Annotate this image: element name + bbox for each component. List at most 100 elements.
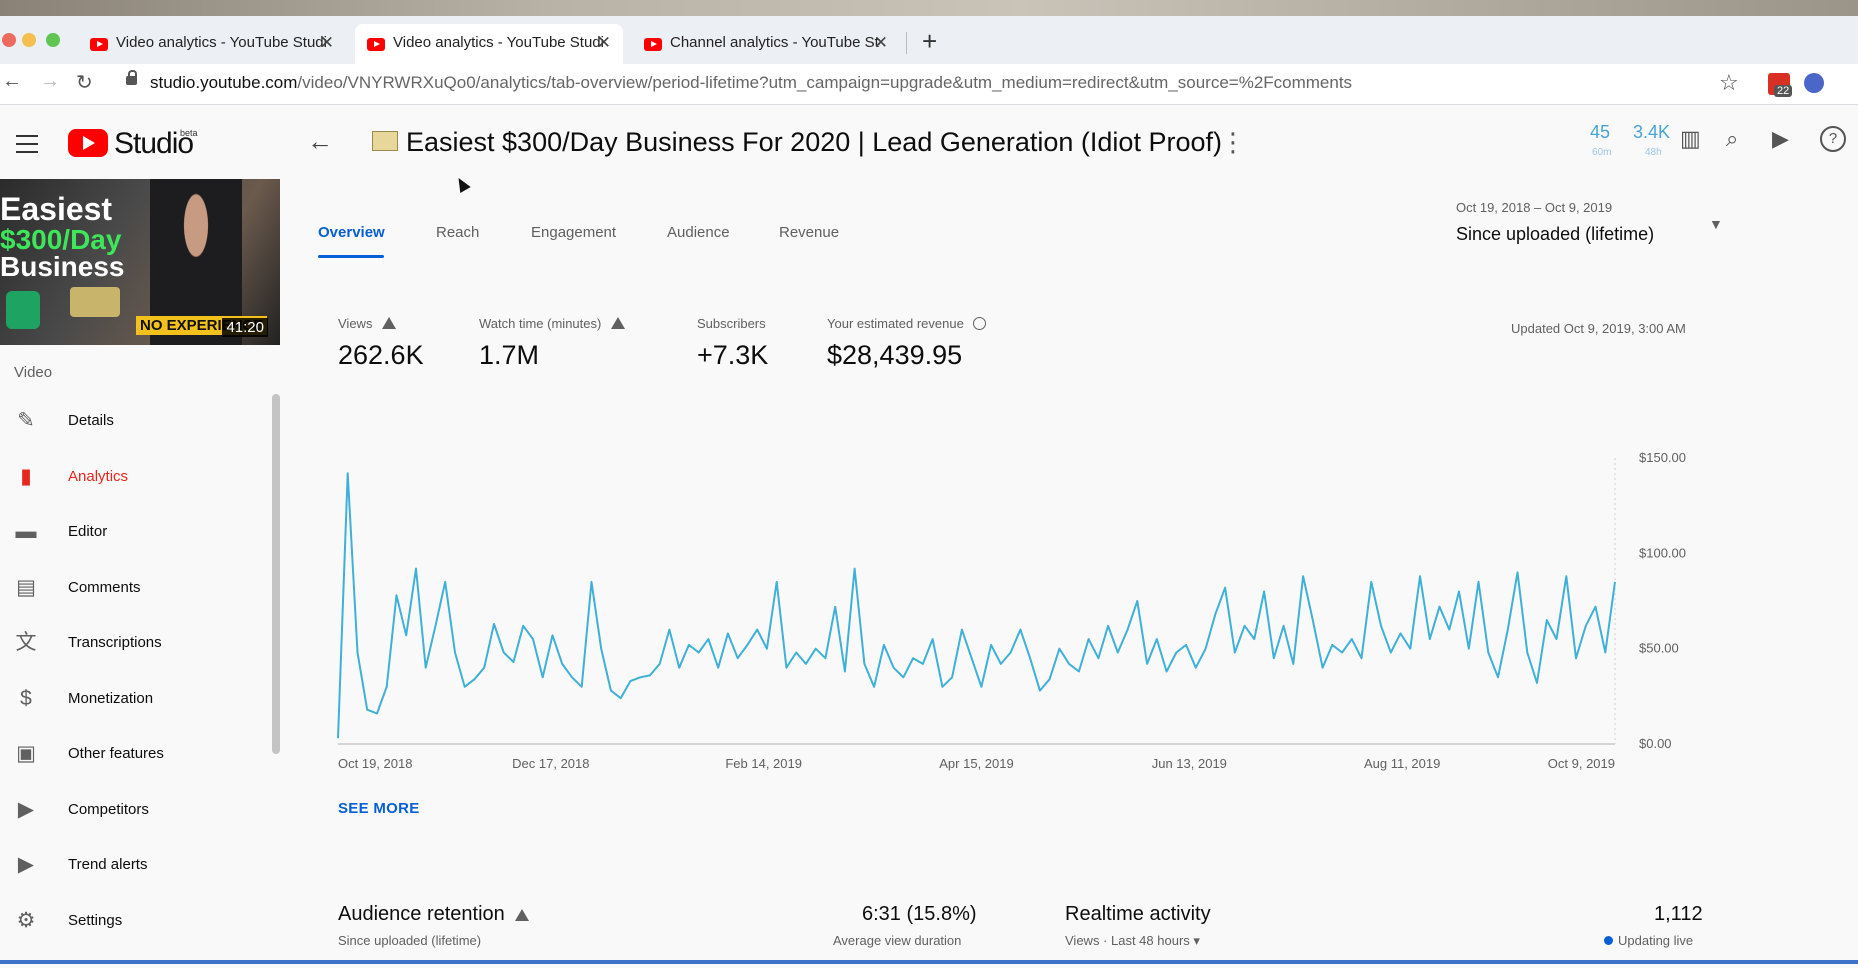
bookmark-star-icon[interactable]: ☆ [1719,70,1739,96]
sidebar-item-label: Monetization [68,689,154,707]
desktop-background-strip [0,0,1858,16]
browser-tab[interactable]: Channel analytics - YouTube Studio ✕ [632,24,900,64]
tab-revenue[interactable]: Revenue [779,224,839,241]
warning-icon [382,317,397,329]
new-tab-icon[interactable]: + [922,26,937,57]
sidebar-item-label: Comments [68,578,141,596]
film-icon: ▬ [15,520,37,543]
pencil-icon: ✎ [17,409,35,432]
metric-label: Subscribers [697,316,766,331]
tab-engagement[interactable]: Engagement [531,224,616,241]
realtime-48h-label: 48h [1645,147,1662,158]
average-view-duration-value: 6:31 (15.8%) [862,903,977,925]
sidebar-scrollbar[interactable] [272,394,280,754]
gear-icon: ⚙ [16,908,36,932]
audience-retention-subtitle: Since uploaded (lifetime) [338,933,482,948]
close-tab-icon[interactable]: ✕ [320,33,334,53]
reload-icon[interactable]: ↻ [76,70,93,95]
other-features-icon: ▣ [16,742,36,765]
x-tick-label: Oct 19, 2018 [338,756,412,771]
realtime-period-select[interactable]: Views · Last 48 hours ▾ [1065,933,1200,949]
sidebar-item-details[interactable]: ✎ Details [0,401,270,441]
sidebar-item-label: Analytics [68,467,129,485]
browser-tab-title: Channel analytics - YouTube Studio [670,34,880,51]
metric-watch-time[interactable]: Watch time (minutes) 1.7M [479,316,626,371]
comment-icon: ▤ [16,575,36,599]
metric-views[interactable]: Views 262.6K [338,316,424,371]
close-tab-icon[interactable]: ✕ [597,33,611,53]
url-path: /video/VNYRWRXuQo0/analytics/tab-overvie… [297,73,1353,92]
warning-icon [611,317,626,329]
analytics-icon[interactable]: ▥ [1680,126,1701,152]
extension-badge: 22 [1774,85,1793,97]
spreadsheet-icon [6,291,40,329]
forward-icon[interactable]: → [40,70,60,93]
profile-avatar[interactable] [1804,73,1824,93]
sidebar-item-competitors[interactable]: ▶ Competitors [0,790,270,830]
youtube-favicon-icon [367,38,385,51]
browser-tab-active[interactable]: Video analytics - YouTube Studio ✕ [355,24,623,64]
metric-label: Watch time (minutes) [479,316,602,331]
back-arrow-icon[interactable]: ← [307,126,333,157]
date-range[interactable]: Oct 19, 2018 – Oct 9, 2019 [1456,200,1612,215]
more-options-icon[interactable]: ⋮ [1220,127,1246,158]
y-tick-label: $50.00 [1639,641,1679,656]
sidebar-item-analytics[interactable]: ▮ Analytics [0,457,270,497]
video-duration: 41:20 [222,318,268,337]
updated-timestamp: Updated Oct 9, 2019, 3:00 AM [1511,321,1686,336]
period-select[interactable]: Since uploaded (lifetime) [1456,224,1654,245]
window-close-button[interactable] [2,33,16,47]
clock-icon [972,317,986,330]
close-tab-icon[interactable]: ✕ [874,33,888,53]
youtube-favicon-icon [644,38,662,51]
window-minimize-button[interactable] [22,33,36,47]
sidebar-item-editor[interactable]: ▬ Editor [0,512,270,552]
metric-label: Views [338,316,373,331]
menu-icon[interactable] [16,135,38,159]
browser-tab[interactable]: Video analytics - YouTube Studio ✕ [78,24,346,64]
tab-divider [906,32,907,54]
sidebar-item-transcriptions[interactable]: 文 Transcriptions [0,623,270,663]
back-icon[interactable]: ← [2,70,22,93]
youtube-favicon-icon [90,38,108,51]
x-tick-label: Aug 11, 2019 [1364,756,1440,771]
sidebar-item-comments[interactable]: ▤ Comments [0,568,270,608]
help-icon[interactable]: ? [1820,126,1846,152]
revenue-line-chart[interactable]: $150.00 $100.00 $50.00 $0.00 Oct 19, 2018 Dec… [330,440,1730,780]
tab-audience[interactable]: Audience [667,224,730,241]
y-tick-label: $100.00 [1639,545,1686,560]
chevron-down-icon[interactable]: ▼ [1709,216,1723,232]
metric-value: 1.7M [479,340,540,370]
metric-revenue[interactable]: Your estimated revenue $28,439.95 [827,316,986,371]
metric-subscribers[interactable]: Subscribers +7.3K [697,316,768,371]
sidebar-item-trend-alerts[interactable]: ▶ Trend alerts [0,845,270,885]
cash-icon [70,287,120,317]
realtime-period-label: Views · Last 48 hours [1065,933,1190,948]
x-tick-label: Dec 17, 2018 [512,756,589,771]
youtube-logo-icon[interactable] [68,129,108,157]
chevron-down-icon: ▾ [1193,933,1200,948]
x-tick-label: Oct 9, 2019 [1548,756,1615,771]
url-field[interactable]: studio.youtube.com/video/VNYRWRXuQo0/ana… [150,73,1352,93]
sidebar-item-label: Trend alerts [68,856,148,873]
sidebar-item-monetization[interactable]: $ Monetization [0,679,270,719]
revenue-series-line [337,472,1616,739]
thumbnail-text-line3: Business [0,251,125,282]
search-icon[interactable]: ⌕ [1726,126,1738,152]
x-tick-label: Feb 14, 2019 [725,756,802,771]
metric-label: Your estimated revenue [827,316,964,331]
realtime-views-value: 1,112 [1654,903,1703,925]
sidebar-item-label: Details [68,412,114,429]
see-more-link[interactable]: SEE MORE [338,800,420,817]
video-thumbnail[interactable]: Easiest $300/Day Business NO EXPERIENCE … [0,179,280,345]
create-video-icon[interactable]: ▶ [1772,126,1789,152]
tab-overview[interactable]: Overview [318,224,385,241]
tab-reach[interactable]: Reach [436,224,479,241]
window-zoom-button[interactable] [46,33,60,47]
realtime-60m-value: 45 [1590,122,1611,142]
sidebar-item-settings[interactable]: ⚙ Settings [0,901,270,941]
trend-alerts-icon: ▶ [17,853,35,876]
translate-icon: 文 [15,631,37,654]
sidebar-item-other-features[interactable]: ▣ Other features [0,734,270,774]
sidebar-item-label: Settings [68,911,123,929]
